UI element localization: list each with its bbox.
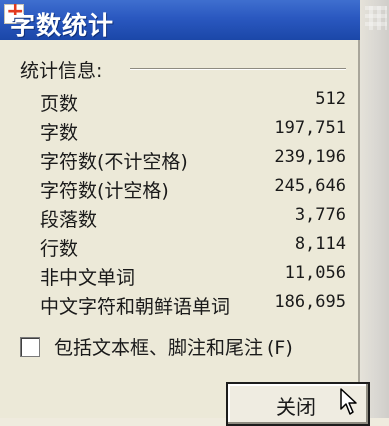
section-divider (130, 68, 346, 70)
include-textboxes-checkbox[interactable] (20, 337, 40, 357)
close-button[interactable]: 关闭 (226, 382, 370, 426)
stat-label: 行数 (40, 238, 79, 260)
stat-label: 字符数(不计空格) (40, 151, 188, 173)
dialog-title: 字数统计 (10, 11, 115, 40)
checkbox-label-text: 包括文本框、脚注和尾注 (54, 337, 264, 359)
stat-row-chinese-korean-chars: 中文字符和朝鲜语单词 186,695 (40, 292, 346, 320)
title-bar[interactable]: 字数统计 (0, 0, 360, 40)
stat-value: 8,114 (294, 234, 346, 254)
stat-row-lines: 行数 8,114 (40, 234, 346, 262)
stat-row-chars-with-spaces: 字符数(计空格) 245,646 (40, 176, 346, 204)
mouse-pointer-icon (340, 388, 357, 415)
hotkey-hint: (F) (267, 337, 293, 359)
stat-label: 页数 (40, 93, 79, 115)
stat-value: 239,196 (274, 147, 346, 167)
section-label: 统计信息: (20, 56, 111, 83)
stat-label: 字符数(计空格) (40, 180, 169, 202)
close-button-label: 关闭 (276, 395, 316, 419)
stat-row-paragraphs: 段落数 3,776 (40, 205, 346, 233)
stat-row-chars-no-spaces: 字符数(不计空格) 239,196 (40, 147, 346, 175)
stat-value: 11,056 (284, 263, 346, 283)
include-textboxes-footnotes-option[interactable]: 包括文本框、脚注和尾注 (F) (20, 333, 350, 359)
stat-row-words: 字数 197,751 (40, 118, 346, 146)
stat-label: 段落数 (40, 209, 98, 231)
stat-value: 3,776 (294, 205, 346, 225)
stat-value: 245,646 (274, 176, 346, 196)
word-count-dialog: 字数统计 统计信息: 页数 512 字数 197,751 字符数(不计空格) 2… (0, 0, 360, 418)
background-edge (359, 0, 389, 418)
checkbox-label: 包括文本框、脚注和尾注 (F) (54, 333, 293, 360)
stat-row-pages: 页数 512 (40, 89, 346, 117)
stat-label: 字数 (40, 122, 79, 144)
stat-value: 186,695 (274, 292, 346, 312)
stat-label: 中文字符和朝鲜语单词 (40, 296, 231, 318)
stat-row-non-chinese-words: 非中文单词 11,056 (40, 263, 346, 291)
stat-label: 非中文单词 (40, 267, 136, 289)
stat-value: 512 (315, 89, 346, 109)
stat-value: 197,751 (274, 118, 346, 138)
